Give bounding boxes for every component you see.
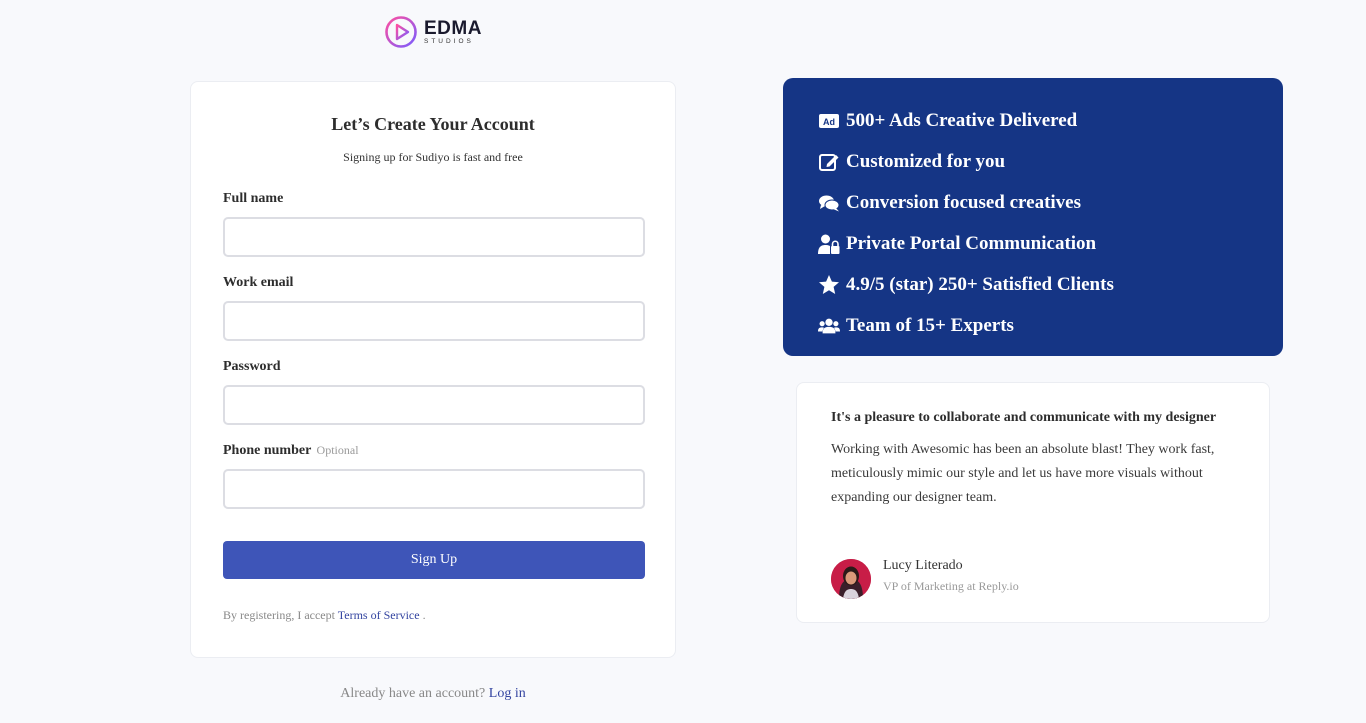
star-icon [818, 274, 840, 296]
testimonial-author: Lucy Literado VP of Marketing at Reply.i… [831, 556, 1019, 599]
ad-icon: Ad [818, 110, 840, 132]
feature-text: 500+ Ads Creative Delivered [846, 109, 1078, 131]
edit-icon [818, 151, 840, 173]
brand-logo: EDMA STUDIOS [384, 15, 482, 49]
phone-number-input[interactable] [223, 469, 645, 509]
phone-number-label-text: Phone number [223, 443, 312, 458]
signup-form-card: Let’s Create Your Account Signing up for… [190, 81, 676, 658]
log-in-link[interactable]: Log in [489, 686, 526, 701]
logo-wordmark: EDMA [424, 17, 482, 39]
work-email-field: Work email [223, 275, 645, 341]
feature-text: Conversion focused creatives [846, 191, 1082, 213]
features-panel: Ad 500+ Ads Creative Delivered Customize… [783, 78, 1283, 356]
full-name-label: Full name [223, 191, 284, 206]
feature-text: 4.9/5 (star) 250+ Satisfied Clients [846, 273, 1114, 295]
play-logo-icon [385, 16, 417, 48]
terms-of-service-link[interactable]: Terms of Service [338, 608, 420, 622]
feature-item: Conversion focused creatives [818, 182, 1283, 223]
feature-item: Private Portal Communication [818, 223, 1283, 264]
password-field: Password [223, 359, 645, 425]
password-input[interactable] [223, 385, 645, 425]
author-role: VP of Marketing at Reply.io [883, 579, 1019, 593]
optional-hint: Optional [316, 443, 359, 457]
password-label: Password [223, 359, 281, 374]
sign-up-button[interactable]: Sign Up [223, 541, 645, 579]
user-lock-icon [818, 233, 840, 255]
work-email-label: Work email [223, 275, 294, 290]
feature-item: Ad 500+ Ads Creative Delivered [818, 100, 1283, 141]
logo-subtitle: STUDIOS [424, 37, 474, 45]
testimonial-card: It's a pleasure to collaborate and commu… [796, 382, 1270, 623]
phone-number-label: Phone number Optional [223, 443, 645, 459]
form-title: Let’s Create Your Account [331, 114, 535, 134]
testimonial-heading: It's a pleasure to collaborate and commu… [831, 410, 1217, 425]
author-name: Lucy Literado [883, 558, 963, 573]
svg-text:Ad: Ad [823, 117, 835, 127]
testimonial-quote: Working with Awesomic has been an absolu… [831, 442, 1215, 505]
feature-text: Customized for you [846, 150, 1006, 172]
comments-icon [818, 192, 840, 214]
login-prompt-text: Already have an account? [340, 686, 486, 701]
full-name-field: Full name [223, 191, 645, 257]
login-prompt: Already have an account? Log in [0, 686, 866, 702]
avatar [831, 559, 871, 599]
terms-prefix: By registering, I accept [223, 608, 335, 622]
terms-suffix: . [422, 608, 426, 622]
terms-notice: By registering, I accept Terms of Servic… [223, 608, 426, 623]
feature-item: Team of 15+ Experts [818, 305, 1283, 346]
feature-item: 4.9/5 (star) 250+ Satisfied Clients [818, 264, 1283, 305]
users-icon [818, 315, 840, 337]
phone-number-field: Phone number Optional [223, 443, 645, 509]
feature-text: Team of 15+ Experts [846, 314, 1014, 336]
full-name-input[interactable] [223, 217, 645, 257]
form-subtitle: Signing up for Sudiyo is fast and free [343, 150, 523, 164]
feature-text: Private Portal Communication [846, 232, 1097, 254]
feature-item: Customized for you [818, 141, 1283, 182]
work-email-input[interactable] [223, 301, 645, 341]
